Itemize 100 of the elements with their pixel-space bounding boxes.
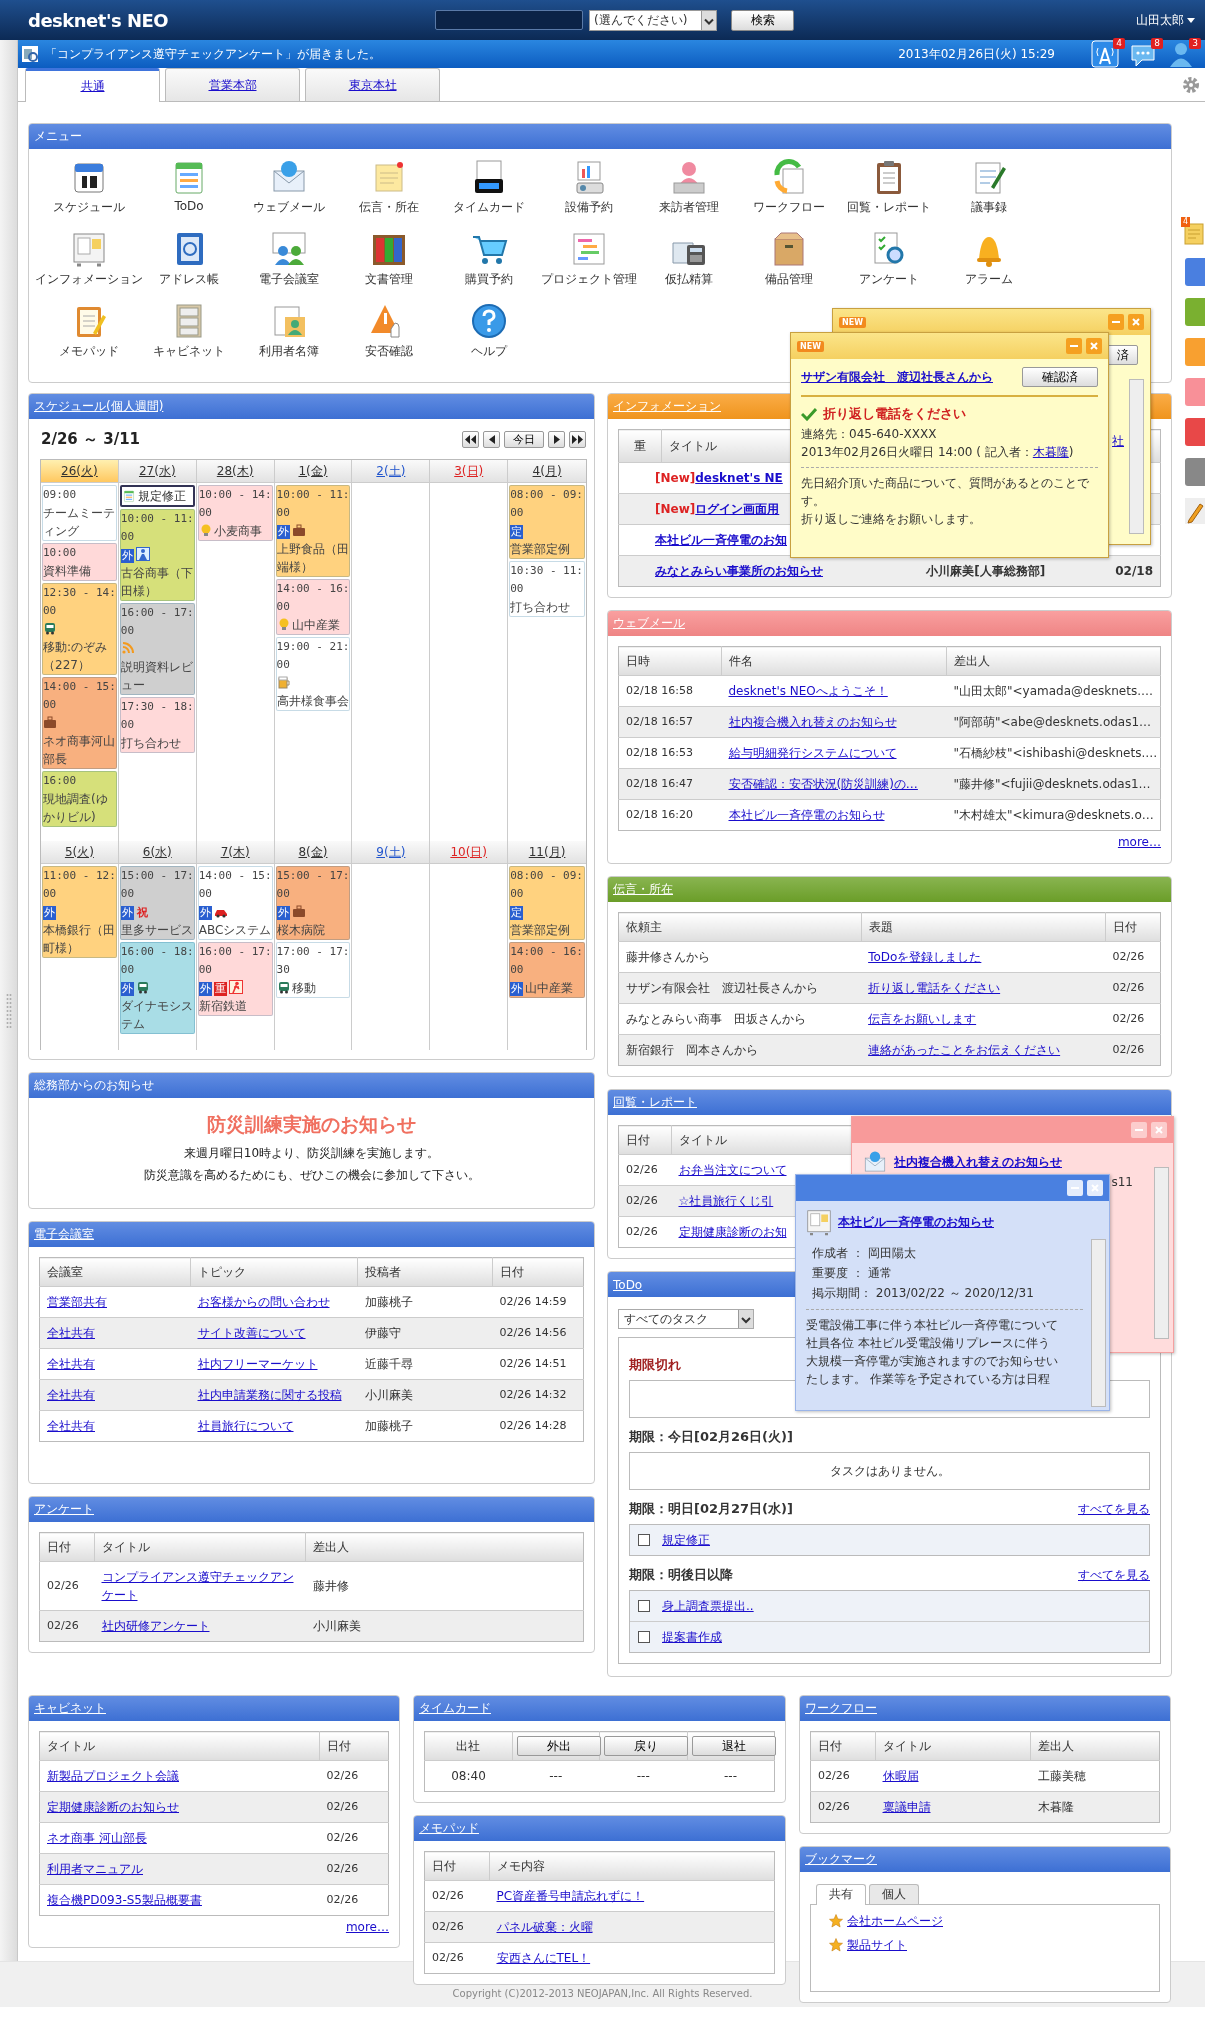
menu-label[interactable]: メモパッド bbox=[59, 343, 119, 360]
menu-label[interactable]: 伝言・所在 bbox=[359, 199, 419, 216]
checkbox[interactable] bbox=[638, 1631, 650, 1643]
info-title-link[interactable]: 本社ビル一斉停電のお知 bbox=[655, 531, 787, 549]
event-block[interactable]: 14:00 - 15:00 ネオ商事河山部長 bbox=[42, 677, 117, 769]
panel-title-link[interactable]: 電子会議室 bbox=[34, 1226, 94, 1243]
panel-title-link[interactable]: アンケート bbox=[34, 1501, 94, 1518]
close-button[interactable] bbox=[1128, 314, 1144, 330]
info-title-link[interactable]: desknet's NE bbox=[695, 469, 783, 487]
search-button[interactable]: 検索 bbox=[731, 9, 794, 31]
panel-title-link[interactable]: 回覧・レポート bbox=[613, 1094, 697, 1111]
event-block[interactable]: 16:00 - 17:00 説明資料レビュー bbox=[119, 603, 195, 695]
timecard-button[interactable]: 戻り bbox=[604, 1736, 688, 1756]
day-link[interactable]: 9(土) bbox=[376, 843, 406, 861]
table-link[interactable]: パネル破棄：火曜 bbox=[496, 1918, 593, 1936]
first-button[interactable] bbox=[462, 430, 479, 448]
menu-label[interactable]: 電子会議室 bbox=[259, 271, 319, 288]
day-link[interactable]: 6(水) bbox=[142, 843, 172, 861]
table-link[interactable]: ToDoを登録しました bbox=[868, 948, 982, 966]
table-link[interactable]: 全社共有 bbox=[47, 1355, 95, 1373]
tab[interactable]: 共通 bbox=[25, 68, 160, 102]
tab[interactable]: 営業本部 bbox=[165, 68, 300, 101]
grip-icon[interactable] bbox=[5, 993, 12, 1029]
event-block[interactable]: 14:00 - 16:00 外 山中産業 bbox=[509, 942, 585, 998]
table-link[interactable]: 全社共有 bbox=[47, 1386, 95, 1404]
last-button[interactable] bbox=[569, 430, 586, 448]
previous-button[interactable] bbox=[483, 430, 500, 448]
search-select[interactable]: (選んでください) bbox=[589, 9, 717, 31]
next-button[interactable] bbox=[548, 430, 565, 448]
panel-title-link[interactable]: ブックマーク bbox=[805, 1851, 877, 1868]
table-link[interactable]: ☆社員旅行くじ引 bbox=[678, 1192, 774, 1210]
menu-label[interactable]: 仮払精算 bbox=[665, 271, 713, 288]
menu-label[interactable]: 来訪者管理 bbox=[659, 199, 719, 216]
day-link[interactable]: 26(火) bbox=[61, 462, 98, 480]
event-block[interactable]: 17:30 - 18:00 打ち合わせ bbox=[119, 697, 195, 753]
search-field[interactable] bbox=[435, 10, 583, 30]
table-link[interactable]: 新製品プロジェクト会議 bbox=[47, 1767, 179, 1785]
panel-title-link[interactable]: ToDo bbox=[613, 1277, 643, 1292]
menu-label[interactable]: ToDo bbox=[174, 199, 204, 213]
day-link[interactable]: 28(木) bbox=[216, 462, 254, 480]
menu-label[interactable]: 文書管理 bbox=[365, 271, 413, 288]
menu-label[interactable]: 安否確認 bbox=[365, 343, 413, 360]
event-block[interactable]: 15:00 - 17:00 外 桜木病院 bbox=[275, 866, 351, 940]
menu-label[interactable]: 備品管理 bbox=[765, 271, 813, 288]
menu-label[interactable]: 購買予約 bbox=[465, 271, 513, 288]
event-block[interactable]: 10:30 - 11:00 打ち合わせ bbox=[509, 561, 585, 617]
menu-label[interactable]: タイムカード bbox=[453, 199, 525, 216]
event-block[interactable]: 10:00 - 11:00 外 古谷商事（下田様） bbox=[119, 509, 195, 601]
close-button[interactable] bbox=[1086, 338, 1102, 354]
tab[interactable]: 東京本社 bbox=[305, 68, 440, 101]
scrollbar[interactable] bbox=[1154, 1167, 1169, 1339]
timecard-button[interactable]: 退社 bbox=[691, 1736, 776, 1756]
event-block[interactable]: 14:00 - 16:00 山中産業 bbox=[275, 579, 351, 635]
help-icon[interactable] bbox=[469, 301, 509, 341]
table-link[interactable]: 稟議申請 bbox=[882, 1798, 931, 1816]
day-link[interactable]: 3(日) bbox=[454, 462, 484, 480]
menu-label[interactable]: 利用者名簿 bbox=[259, 343, 319, 360]
timecard-button[interactable]: 外出 bbox=[516, 1736, 601, 1756]
info-title-link[interactable]: ログイン画面用 bbox=[695, 500, 780, 518]
confirm-button[interactable]: 確認済 bbox=[1022, 367, 1098, 387]
table-link[interactable]: 休暇届 bbox=[882, 1767, 919, 1785]
more-link[interactable]: more… bbox=[1117, 835, 1161, 849]
menu-label[interactable]: キャビネット bbox=[153, 343, 225, 360]
menu-label[interactable]: ウェブメール bbox=[253, 199, 325, 216]
task-link[interactable]: 規定修正 bbox=[662, 1531, 710, 1549]
menu-label[interactable]: アンケート bbox=[859, 271, 919, 288]
table-link[interactable]: お客様からの問い合わせ bbox=[197, 1293, 330, 1311]
sender-link[interactable]: サザン有限会社 渡辺社長さんから bbox=[801, 368, 993, 386]
day-link[interactable]: 27(水) bbox=[138, 462, 176, 480]
day-link[interactable]: 7(木) bbox=[220, 843, 250, 861]
info-title-link[interactable]: みなとみらい事業所のお知らせ bbox=[655, 562, 823, 580]
table-link[interactable]: 全社共有 bbox=[47, 1324, 95, 1342]
table-link[interactable]: 本社ビル一斉停電のお知らせ bbox=[728, 806, 885, 824]
event-block[interactable]: 10:00 資料準備 bbox=[42, 543, 117, 581]
checkbox[interactable] bbox=[638, 1600, 650, 1612]
table-link[interactable]: 安西さんにTEL！ bbox=[496, 1949, 591, 1967]
table-link[interactable]: 全社共有 bbox=[47, 1417, 95, 1435]
menu-label[interactable]: アラーム bbox=[965, 271, 1013, 288]
notice-message[interactable]: 「コンプライアンス遵守チェックアンケート」が届きました。 bbox=[45, 45, 381, 63]
caret-icon[interactable] bbox=[1187, 17, 1195, 23]
task-filter-select[interactable]: すべてのタスク bbox=[618, 1309, 754, 1329]
task-link[interactable]: 身上調査票提出.. bbox=[662, 1597, 754, 1615]
table-link[interactable]: PC資産番号申請忘れずに！ bbox=[496, 1887, 645, 1905]
table-link[interactable]: 定期健康診断のお知 bbox=[678, 1223, 787, 1241]
minimize-button[interactable] bbox=[1131, 1122, 1147, 1138]
user-name[interactable]: 山田太郎 bbox=[1136, 11, 1184, 29]
event-block[interactable]: 08:00 - 09:00 定 営業部定例 bbox=[509, 485, 585, 559]
table-link[interactable]: 社内フリーマーケット bbox=[197, 1355, 318, 1373]
event-block[interactable]: 08:00 - 09:00 定 営業部定例 bbox=[509, 866, 585, 940]
task-link[interactable]: 提案書作成 bbox=[662, 1628, 722, 1646]
info-title-link[interactable]: 本社ビル一斉停電のお知らせ bbox=[838, 1213, 994, 1231]
day-link[interactable]: 4(月) bbox=[532, 462, 562, 480]
panel-title-link[interactable]: ワークフロー bbox=[805, 1700, 877, 1717]
panel-title-link[interactable]: スケジュール(個人週間) bbox=[34, 398, 164, 415]
event-block[interactable]: 14:00 - 15:00 外 ABCシステム bbox=[197, 866, 273, 940]
writer-link[interactable]: 木暮隆 bbox=[1032, 445, 1069, 459]
day-link[interactable]: 10(日) bbox=[450, 843, 488, 861]
event-block[interactable]: 09:00 チームミーティング bbox=[42, 485, 117, 541]
menu-label[interactable]: ヘルプ bbox=[471, 343, 507, 360]
event-block[interactable]: 15:00 - 17:00 外 祝 里多サービス bbox=[119, 866, 195, 940]
